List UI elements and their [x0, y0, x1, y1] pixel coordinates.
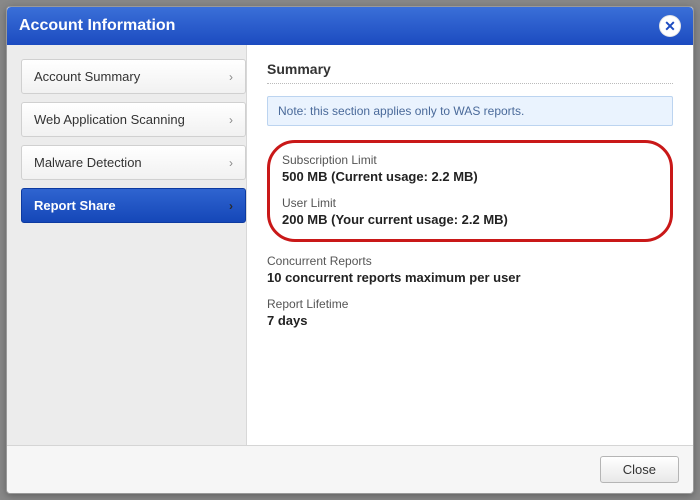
field-subscription-limit: Subscription Limit 500 MB (Current usage…	[282, 153, 656, 184]
dialog-title: Account Information	[19, 17, 175, 35]
field-concurrent-reports: Concurrent Reports 10 concurrent reports…	[267, 254, 673, 285]
field-label: Concurrent Reports	[267, 254, 673, 268]
sidebar-item-label: Report Share	[34, 198, 116, 213]
field-label: Subscription Limit	[282, 153, 656, 167]
field-label: User Limit	[282, 196, 656, 210]
sidebar-item-label: Account Summary	[34, 69, 140, 84]
note-box: Note: this section applies only to WAS r…	[267, 96, 673, 126]
sidebar-item-report-share[interactable]: Report Share ›	[21, 188, 246, 223]
sidebar-item-label: Malware Detection	[34, 155, 142, 170]
sidebar-item-account-summary[interactable]: Account Summary ›	[21, 59, 246, 94]
section-title: Summary	[267, 61, 673, 84]
field-value: 7 days	[267, 313, 673, 328]
sidebar-item-web-application-scanning[interactable]: Web Application Scanning ›	[21, 102, 246, 137]
account-info-dialog: Account Information ✕ Account Summary › …	[6, 6, 694, 494]
field-user-limit: User Limit 200 MB (Your current usage: 2…	[282, 196, 656, 227]
main-panel: Summary Note: this section applies only …	[247, 45, 693, 445]
field-report-lifetime: Report Lifetime 7 days	[267, 297, 673, 328]
dialog-body: Account Summary › Web Application Scanni…	[7, 45, 693, 445]
field-value: 500 MB (Current usage: 2.2 MB)	[282, 169, 656, 184]
sidebar-item-malware-detection[interactable]: Malware Detection ›	[21, 145, 246, 180]
field-value: 10 concurrent reports maximum per user	[267, 270, 673, 285]
chevron-right-icon: ›	[229, 156, 233, 170]
chevron-right-icon: ›	[229, 199, 233, 213]
chevron-right-icon: ›	[229, 70, 233, 84]
dialog-footer: Close	[7, 445, 693, 493]
close-button[interactable]: Close	[600, 456, 679, 483]
field-value: 200 MB (Your current usage: 2.2 MB)	[282, 212, 656, 227]
close-icon[interactable]: ✕	[659, 15, 681, 37]
sidebar-item-label: Web Application Scanning	[34, 112, 185, 127]
sidebar: Account Summary › Web Application Scanni…	[7, 45, 247, 445]
dialog-titlebar: Account Information ✕	[7, 7, 693, 45]
highlight-annotation: Subscription Limit 500 MB (Current usage…	[267, 140, 673, 242]
field-label: Report Lifetime	[267, 297, 673, 311]
chevron-right-icon: ›	[229, 113, 233, 127]
